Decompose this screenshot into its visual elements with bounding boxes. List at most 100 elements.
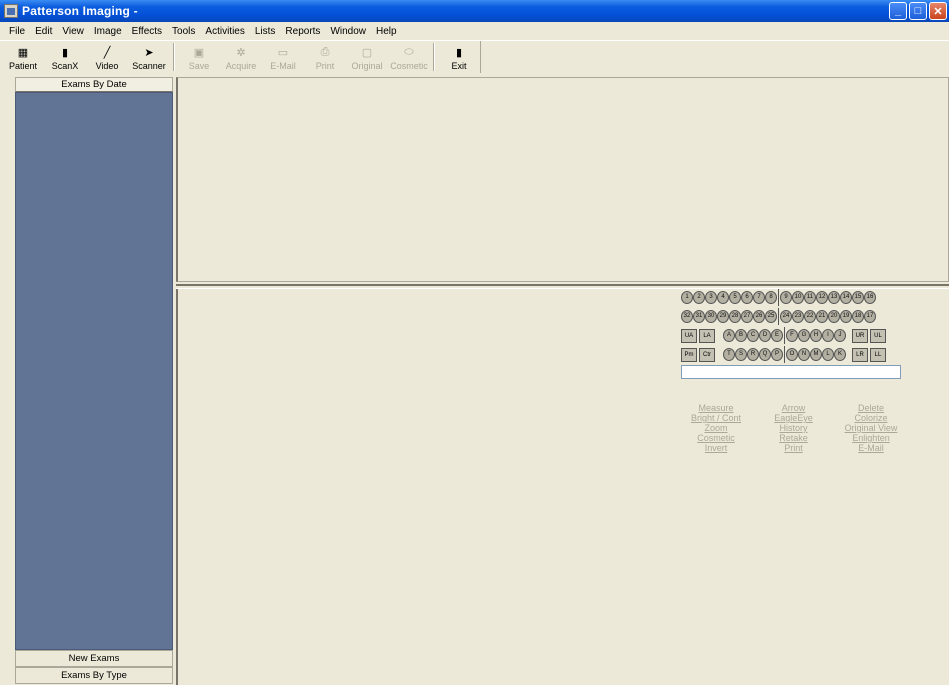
tooth-7[interactable]: 7: [753, 291, 765, 304]
exam-list[interactable]: [15, 92, 173, 650]
menu-activities[interactable]: Activities: [200, 26, 249, 37]
menu-effects[interactable]: Effects: [127, 26, 167, 37]
tooth-14[interactable]: 14: [840, 291, 852, 304]
exit-button[interactable]: ▮ Exit: [438, 41, 480, 73]
cosmetic-button[interactable]: ⬭ Cosmetic: [388, 41, 430, 73]
arch-button-ua[interactable]: UA: [681, 328, 697, 343]
video-button[interactable]: ╱ Video: [86, 41, 128, 73]
arch-button-ll[interactable]: LL: [870, 347, 886, 362]
menu-window[interactable]: Window: [325, 26, 371, 37]
tooth-d[interactable]: D: [759, 329, 771, 342]
tooth-20[interactable]: 20: [828, 310, 840, 323]
tooth-17[interactable]: 17: [864, 310, 876, 323]
tooth-g[interactable]: G: [798, 329, 810, 342]
tooth-30[interactable]: 30: [705, 310, 717, 323]
tooth-selection-field[interactable]: [681, 365, 901, 379]
tooth-28[interactable]: 28: [729, 310, 741, 323]
tooth-8[interactable]: 8: [765, 291, 777, 304]
arch-button-ul[interactable]: UL: [870, 328, 886, 343]
tooth-r[interactable]: R: [747, 348, 759, 361]
arch-button-la[interactable]: LA: [699, 328, 715, 343]
tooth-29[interactable]: 29: [717, 310, 729, 323]
maximize-button[interactable]: □: [909, 2, 927, 20]
tool-link-retake[interactable]: Retake: [779, 433, 808, 443]
scanner-button[interactable]: ➤ Scanner: [128, 41, 170, 73]
tooth-1[interactable]: 1: [681, 291, 693, 304]
tool-link-zoom[interactable]: Zoom: [704, 423, 727, 433]
menu-lists[interactable]: Lists: [250, 26, 281, 37]
tooth-16[interactable]: 16: [864, 291, 876, 304]
tool-link-e-mail[interactable]: E-Mail: [858, 443, 884, 453]
save-button[interactable]: ▣ Save: [178, 41, 220, 73]
arch-button-pm[interactable]: Pm: [681, 347, 697, 362]
tool-link-bright-cont[interactable]: Bright / Cont: [691, 413, 741, 423]
tooth-n[interactable]: N: [798, 348, 810, 361]
tooth-i[interactable]: I: [822, 329, 834, 342]
tooth-19[interactable]: 19: [840, 310, 852, 323]
tooth-q[interactable]: Q: [759, 348, 771, 361]
tooth-13[interactable]: 13: [828, 291, 840, 304]
arch-button-ur[interactable]: UR: [852, 328, 868, 343]
tooth-a[interactable]: A: [723, 329, 735, 342]
tooth-k[interactable]: K: [834, 348, 846, 361]
image-viewer-panel[interactable]: [176, 77, 949, 282]
exams-by-date-header[interactable]: Exams By Date: [15, 77, 173, 92]
tooth-27[interactable]: 27: [741, 310, 753, 323]
tool-link-cosmetic[interactable]: Cosmetic: [697, 433, 735, 443]
patient-button[interactable]: ▦ Patient: [2, 41, 44, 73]
tool-link-history[interactable]: History: [779, 423, 807, 433]
close-button[interactable]: ✕: [929, 2, 947, 20]
menu-image[interactable]: Image: [89, 26, 127, 37]
tooth-t[interactable]: T: [723, 348, 735, 361]
e-mail-button[interactable]: ▭ E-Mail: [262, 41, 304, 73]
tool-link-measure[interactable]: Measure: [698, 403, 733, 413]
acquire-button[interactable]: ✲ Acquire: [220, 41, 262, 73]
tooth-32[interactable]: 32: [681, 310, 693, 323]
tool-link-original-view[interactable]: Original View: [845, 423, 898, 433]
tooth-4[interactable]: 4: [717, 291, 729, 304]
tooth-5[interactable]: 5: [729, 291, 741, 304]
scanx-button[interactable]: ▮ ScanX: [44, 41, 86, 73]
menu-view[interactable]: View: [57, 26, 89, 37]
tooth-6[interactable]: 6: [741, 291, 753, 304]
tooth-18[interactable]: 18: [852, 310, 864, 323]
tool-link-invert[interactable]: Invert: [705, 443, 728, 453]
tooth-12[interactable]: 12: [816, 291, 828, 304]
tooth-s[interactable]: S: [735, 348, 747, 361]
arch-button-lr[interactable]: LR: [852, 347, 868, 362]
tooth-l[interactable]: L: [822, 348, 834, 361]
tooth-f[interactable]: F: [786, 329, 798, 342]
arch-button-ctr[interactable]: Ctr: [699, 347, 715, 362]
tool-link-enlighten[interactable]: Enlighten: [852, 433, 890, 443]
menu-edit[interactable]: Edit: [30, 26, 57, 37]
tooth-e[interactable]: E: [771, 329, 783, 342]
tooth-26[interactable]: 26: [753, 310, 765, 323]
minimize-button[interactable]: _: [889, 2, 907, 20]
menu-help[interactable]: Help: [371, 26, 402, 37]
new-exams-button[interactable]: New Exams: [15, 650, 173, 667]
menu-tools[interactable]: Tools: [167, 26, 200, 37]
menu-file[interactable]: File: [4, 26, 30, 37]
print-button[interactable]: ⎙ Print: [304, 41, 346, 73]
tool-link-colorize[interactable]: Colorize: [854, 413, 887, 423]
tooth-p[interactable]: P: [771, 348, 783, 361]
tooth-3[interactable]: 3: [705, 291, 717, 304]
tooth-25[interactable]: 25: [765, 310, 777, 323]
tooth-j[interactable]: J: [834, 329, 846, 342]
tool-link-print[interactable]: Print: [784, 443, 803, 453]
original-button[interactable]: ▢ Original: [346, 41, 388, 73]
menu-reports[interactable]: Reports: [280, 26, 325, 37]
tooth-m[interactable]: M: [810, 348, 822, 361]
tool-link-delete[interactable]: Delete: [858, 403, 884, 413]
tooth-2[interactable]: 2: [693, 291, 705, 304]
tooth-24[interactable]: 24: [780, 310, 792, 323]
tooth-21[interactable]: 21: [816, 310, 828, 323]
tooth-22[interactable]: 22: [804, 310, 816, 323]
tooth-31[interactable]: 31: [693, 310, 705, 323]
tooth-15[interactable]: 15: [852, 291, 864, 304]
tool-link-arrow[interactable]: Arrow: [782, 403, 806, 413]
tooth-c[interactable]: C: [747, 329, 759, 342]
tooth-11[interactable]: 11: [804, 291, 816, 304]
tooth-b[interactable]: B: [735, 329, 747, 342]
tooth-23[interactable]: 23: [792, 310, 804, 323]
